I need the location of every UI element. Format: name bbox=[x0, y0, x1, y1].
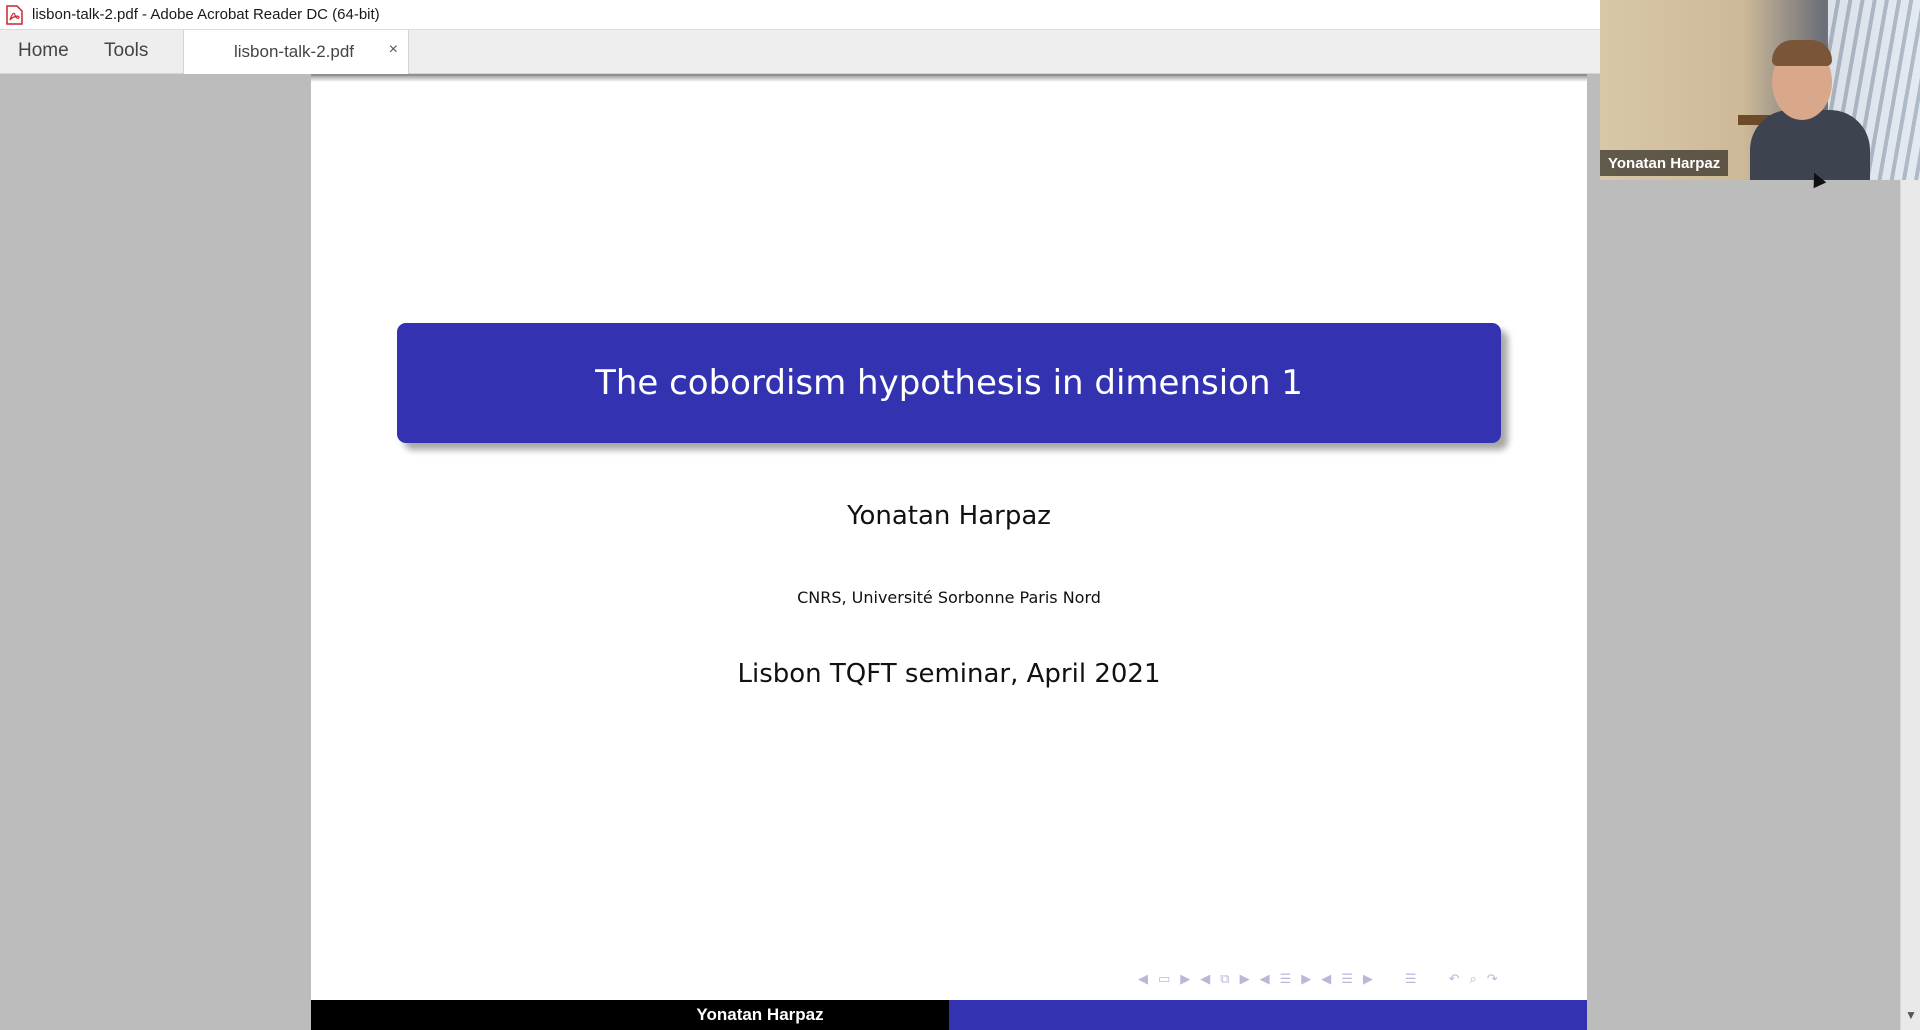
subsection-icon[interactable]: ⧉ bbox=[1220, 971, 1229, 987]
section-icon[interactable]: ☰ bbox=[1280, 971, 1292, 987]
acrobat-pdf-icon bbox=[6, 4, 23, 25]
window-title: lisbon-talk-2.pdf - Adobe Acrobat Reader… bbox=[32, 6, 380, 23]
vertical-scrollbar[interactable] bbox=[1900, 180, 1920, 1030]
person-hair bbox=[1772, 40, 1832, 66]
appendix-icon[interactable]: ☰ bbox=[1405, 971, 1417, 987]
triangle-right-icon[interactable]: ▶ bbox=[1180, 971, 1190, 987]
document-tab[interactable]: lisbon-talk-2.pdf × bbox=[183, 30, 409, 74]
pdf-page: The cobordism hypothesis in dimension 1 … bbox=[311, 76, 1587, 1030]
page-top-shadow bbox=[311, 74, 1587, 82]
participant-name-label: Yonatan Harpaz bbox=[1600, 150, 1729, 176]
back-icon[interactable]: ↶ bbox=[1449, 971, 1460, 987]
document-tab-label: lisbon-talk-2.pdf bbox=[234, 42, 355, 61]
frame-icon[interactable]: ▭ bbox=[1158, 971, 1170, 987]
forward-icon[interactable]: ↷ bbox=[1487, 971, 1498, 987]
close-tab-button[interactable]: × bbox=[389, 41, 398, 59]
title-bar: lisbon-talk-2.pdf - Adobe Acrobat Reader… bbox=[0, 0, 1600, 29]
slide-author: Yonatan Harpaz bbox=[847, 501, 1051, 531]
search-icon[interactable]: ⌕ bbox=[1469, 971, 1476, 987]
slide-footer: Yonatan Harpaz bbox=[311, 1000, 1587, 1030]
scroll-down-icon[interactable]: ▼ bbox=[1905, 1008, 1917, 1022]
section-icon[interactable]: ☰ bbox=[1341, 971, 1353, 987]
tab-bar: Home Tools lisbon-talk-2.pdf × bbox=[0, 29, 1600, 74]
slide-title: The cobordism hypothesis in dimension 1 bbox=[595, 363, 1303, 403]
beamer-navigation: ◀ ▭ ▶ ◀ ⧉ ▶ ◀ ☰ ▶ ◀ ☰ ▶ ☰ ↶ ⌕ ↷ bbox=[1138, 971, 1498, 987]
triangle-left-icon[interactable]: ◀ bbox=[1321, 971, 1331, 987]
home-tab[interactable]: Home bbox=[18, 40, 69, 62]
slide-title-box: The cobordism hypothesis in dimension 1 bbox=[397, 323, 1501, 443]
slide-event: Lisbon TQFT seminar, April 2021 bbox=[737, 659, 1161, 689]
webcam-video: Yonatan Harpaz bbox=[1600, 0, 1920, 180]
tools-tab[interactable]: Tools bbox=[104, 40, 148, 62]
triangle-right-icon[interactable]: ▶ bbox=[1363, 971, 1373, 987]
triangle-left-icon[interactable]: ◀ bbox=[1260, 971, 1270, 987]
footer-author: Yonatan Harpaz bbox=[311, 1000, 949, 1030]
triangle-right-icon[interactable]: ▶ bbox=[1240, 971, 1250, 987]
footer-title-bar bbox=[949, 1000, 1587, 1030]
triangle-right-icon[interactable]: ▶ bbox=[1301, 971, 1311, 987]
slide-institute: CNRS, Université Sorbonne Paris Nord bbox=[797, 588, 1101, 607]
triangle-left-icon[interactable]: ◀ bbox=[1138, 971, 1148, 987]
triangle-left-icon[interactable]: ◀ bbox=[1200, 971, 1210, 987]
person-body bbox=[1750, 110, 1870, 180]
